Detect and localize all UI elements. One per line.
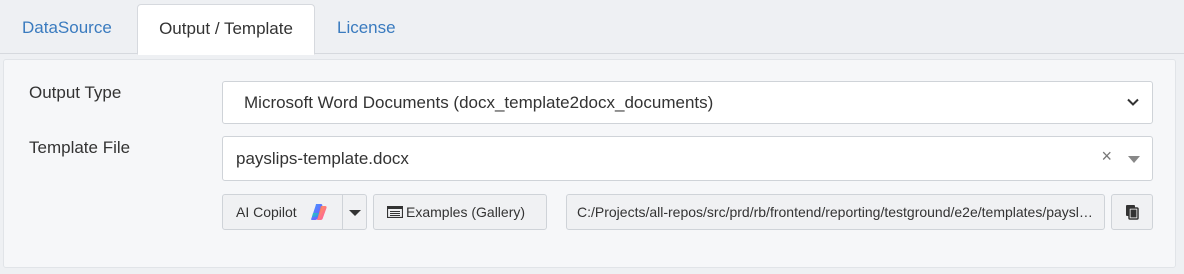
ai-copilot-dropdown-button[interactable]: [342, 194, 367, 230]
ai-copilot-label: AI Copilot: [236, 204, 297, 220]
copy-icon: [1126, 205, 1139, 220]
output-template-panel: Output Type Microsoft Word Documents (do…: [3, 59, 1176, 268]
caret-down-icon[interactable]: [1128, 156, 1140, 163]
copy-path-button[interactable]: [1111, 194, 1153, 230]
clear-icon[interactable]: ×: [1101, 146, 1112, 167]
caret-down-icon: [349, 210, 361, 216]
template-file-select[interactable]: payslips-template.docx ×: [222, 136, 1153, 181]
tab-bar: DataSource Output / Template License: [0, 0, 1184, 55]
gallery-icon: [387, 206, 403, 218]
template-file-label: Template File: [29, 138, 131, 157]
tab-datasource[interactable]: DataSource: [0, 4, 134, 55]
template-file-value: payslips-template.docx: [236, 149, 409, 168]
chevron-down-icon: [1127, 98, 1139, 106]
copilot-icon: [311, 204, 327, 220]
tab-output-template[interactable]: Output / Template: [137, 4, 315, 55]
output-type-select[interactable]: Microsoft Word Documents (docx_template2…: [222, 81, 1153, 124]
ai-copilot-button[interactable]: AI Copilot: [222, 194, 343, 230]
template-path-field[interactable]: C:/Projects/all-repos/src/prd/rb/fronten…: [566, 194, 1105, 230]
examples-gallery-button[interactable]: Examples (Gallery): [373, 194, 547, 230]
examples-gallery-label: Examples (Gallery): [406, 204, 526, 220]
output-type-label: Output Type: [29, 83, 122, 102]
tab-license[interactable]: License: [315, 4, 418, 55]
output-type-value: Microsoft Word Documents (docx_template2…: [244, 93, 714, 112]
